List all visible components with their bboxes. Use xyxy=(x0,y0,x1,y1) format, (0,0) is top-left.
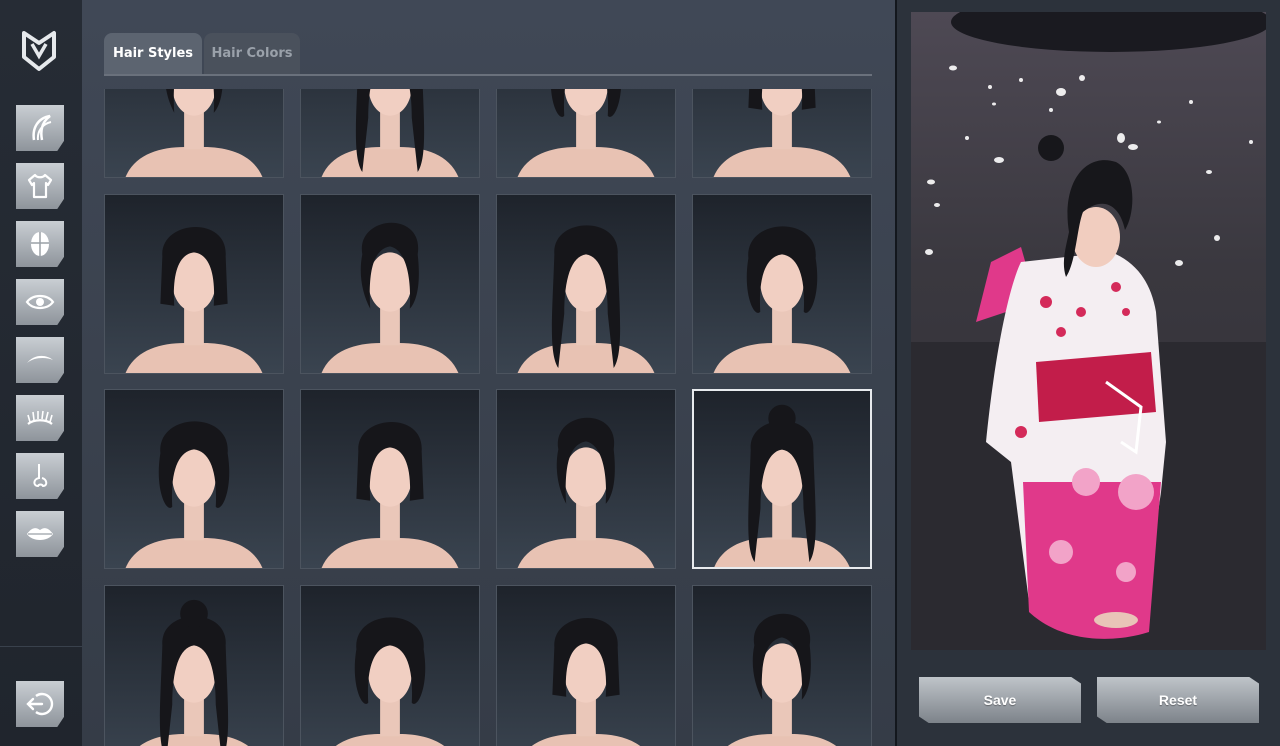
hair-style-thumbnail xyxy=(321,222,459,373)
app-logo xyxy=(22,31,56,71)
hair-style-thumbnail xyxy=(321,89,459,177)
tab-hair-colors[interactable]: Hair Colors xyxy=(204,33,300,74)
hair-style-option[interactable] xyxy=(496,89,676,178)
hair-style-option[interactable] xyxy=(300,194,480,374)
shirt-icon xyxy=(27,173,53,199)
hair-style-option[interactable] xyxy=(300,389,480,569)
lips-icon xyxy=(27,528,53,540)
hair-style-thumbnail xyxy=(139,599,249,746)
character-preview[interactable] xyxy=(911,12,1266,650)
hair-style-option[interactable] xyxy=(104,194,284,374)
face-shape-category-button[interactable] xyxy=(16,221,64,267)
hair-style-thumbnail xyxy=(713,89,851,177)
hair-style-option[interactable] xyxy=(104,585,284,746)
exit-button[interactable] xyxy=(16,681,64,727)
hair-style-thumbnail xyxy=(125,421,263,568)
hair-style-option[interactable] xyxy=(692,194,872,374)
lips-category-button[interactable] xyxy=(16,511,64,557)
eyebrows-category-button[interactable] xyxy=(16,337,64,383)
eye-icon xyxy=(25,294,55,310)
nose-icon xyxy=(33,464,48,488)
hair-style-thumbnail xyxy=(321,421,459,568)
hair-category-button[interactable] xyxy=(16,105,64,151)
character-preview-render xyxy=(911,12,1266,650)
eyebrow-icon xyxy=(27,355,53,363)
save-button[interactable]: Save xyxy=(919,677,1081,723)
hair-style-option[interactable] xyxy=(496,389,676,569)
eyes-category-button[interactable] xyxy=(16,279,64,325)
hair-style-option[interactable] xyxy=(104,389,284,569)
tab-underline xyxy=(104,74,872,76)
eyelash-icon xyxy=(27,410,53,425)
hair-style-option[interactable] xyxy=(692,389,872,569)
hair-style-option[interactable] xyxy=(692,585,872,746)
hair-style-thumbnail xyxy=(517,417,655,568)
hair-style-option[interactable] xyxy=(300,89,480,178)
hair-panel: Hair Styles Hair Colors xyxy=(82,0,895,746)
reset-button[interactable]: Reset xyxy=(1097,677,1259,723)
hair-style-option[interactable] xyxy=(496,194,676,374)
preview-panel: Save Reset xyxy=(897,0,1280,746)
hair-style-option[interactable] xyxy=(496,585,676,746)
exit-icon xyxy=(26,692,54,716)
hair-style-option[interactable] xyxy=(104,89,284,178)
hair-style-thumbnail xyxy=(714,404,850,567)
sidebar-divider xyxy=(0,646,82,647)
hair-style-thumbnail xyxy=(125,89,263,177)
clothing-category-button[interactable] xyxy=(16,163,64,209)
head-icon xyxy=(31,232,49,256)
hair-style-thumbnail xyxy=(713,226,851,373)
hair-style-option[interactable] xyxy=(300,585,480,746)
hair-style-thumbnail xyxy=(517,225,655,373)
tab-hair-styles[interactable]: Hair Styles xyxy=(104,33,202,74)
hair-style-thumbnail xyxy=(125,226,263,373)
hair-style-grid xyxy=(104,89,872,746)
hair-style-thumbnail xyxy=(727,613,837,746)
hair-style-thumbnail xyxy=(517,89,655,177)
nose-category-button[interactable] xyxy=(16,453,64,499)
hair-style-thumbnail xyxy=(531,617,641,746)
hair-style-thumbnail xyxy=(335,617,445,746)
hair-icon xyxy=(32,114,52,141)
eyelashes-category-button[interactable] xyxy=(16,395,64,441)
hair-style-option[interactable] xyxy=(692,89,872,178)
category-sidebar xyxy=(0,0,82,746)
